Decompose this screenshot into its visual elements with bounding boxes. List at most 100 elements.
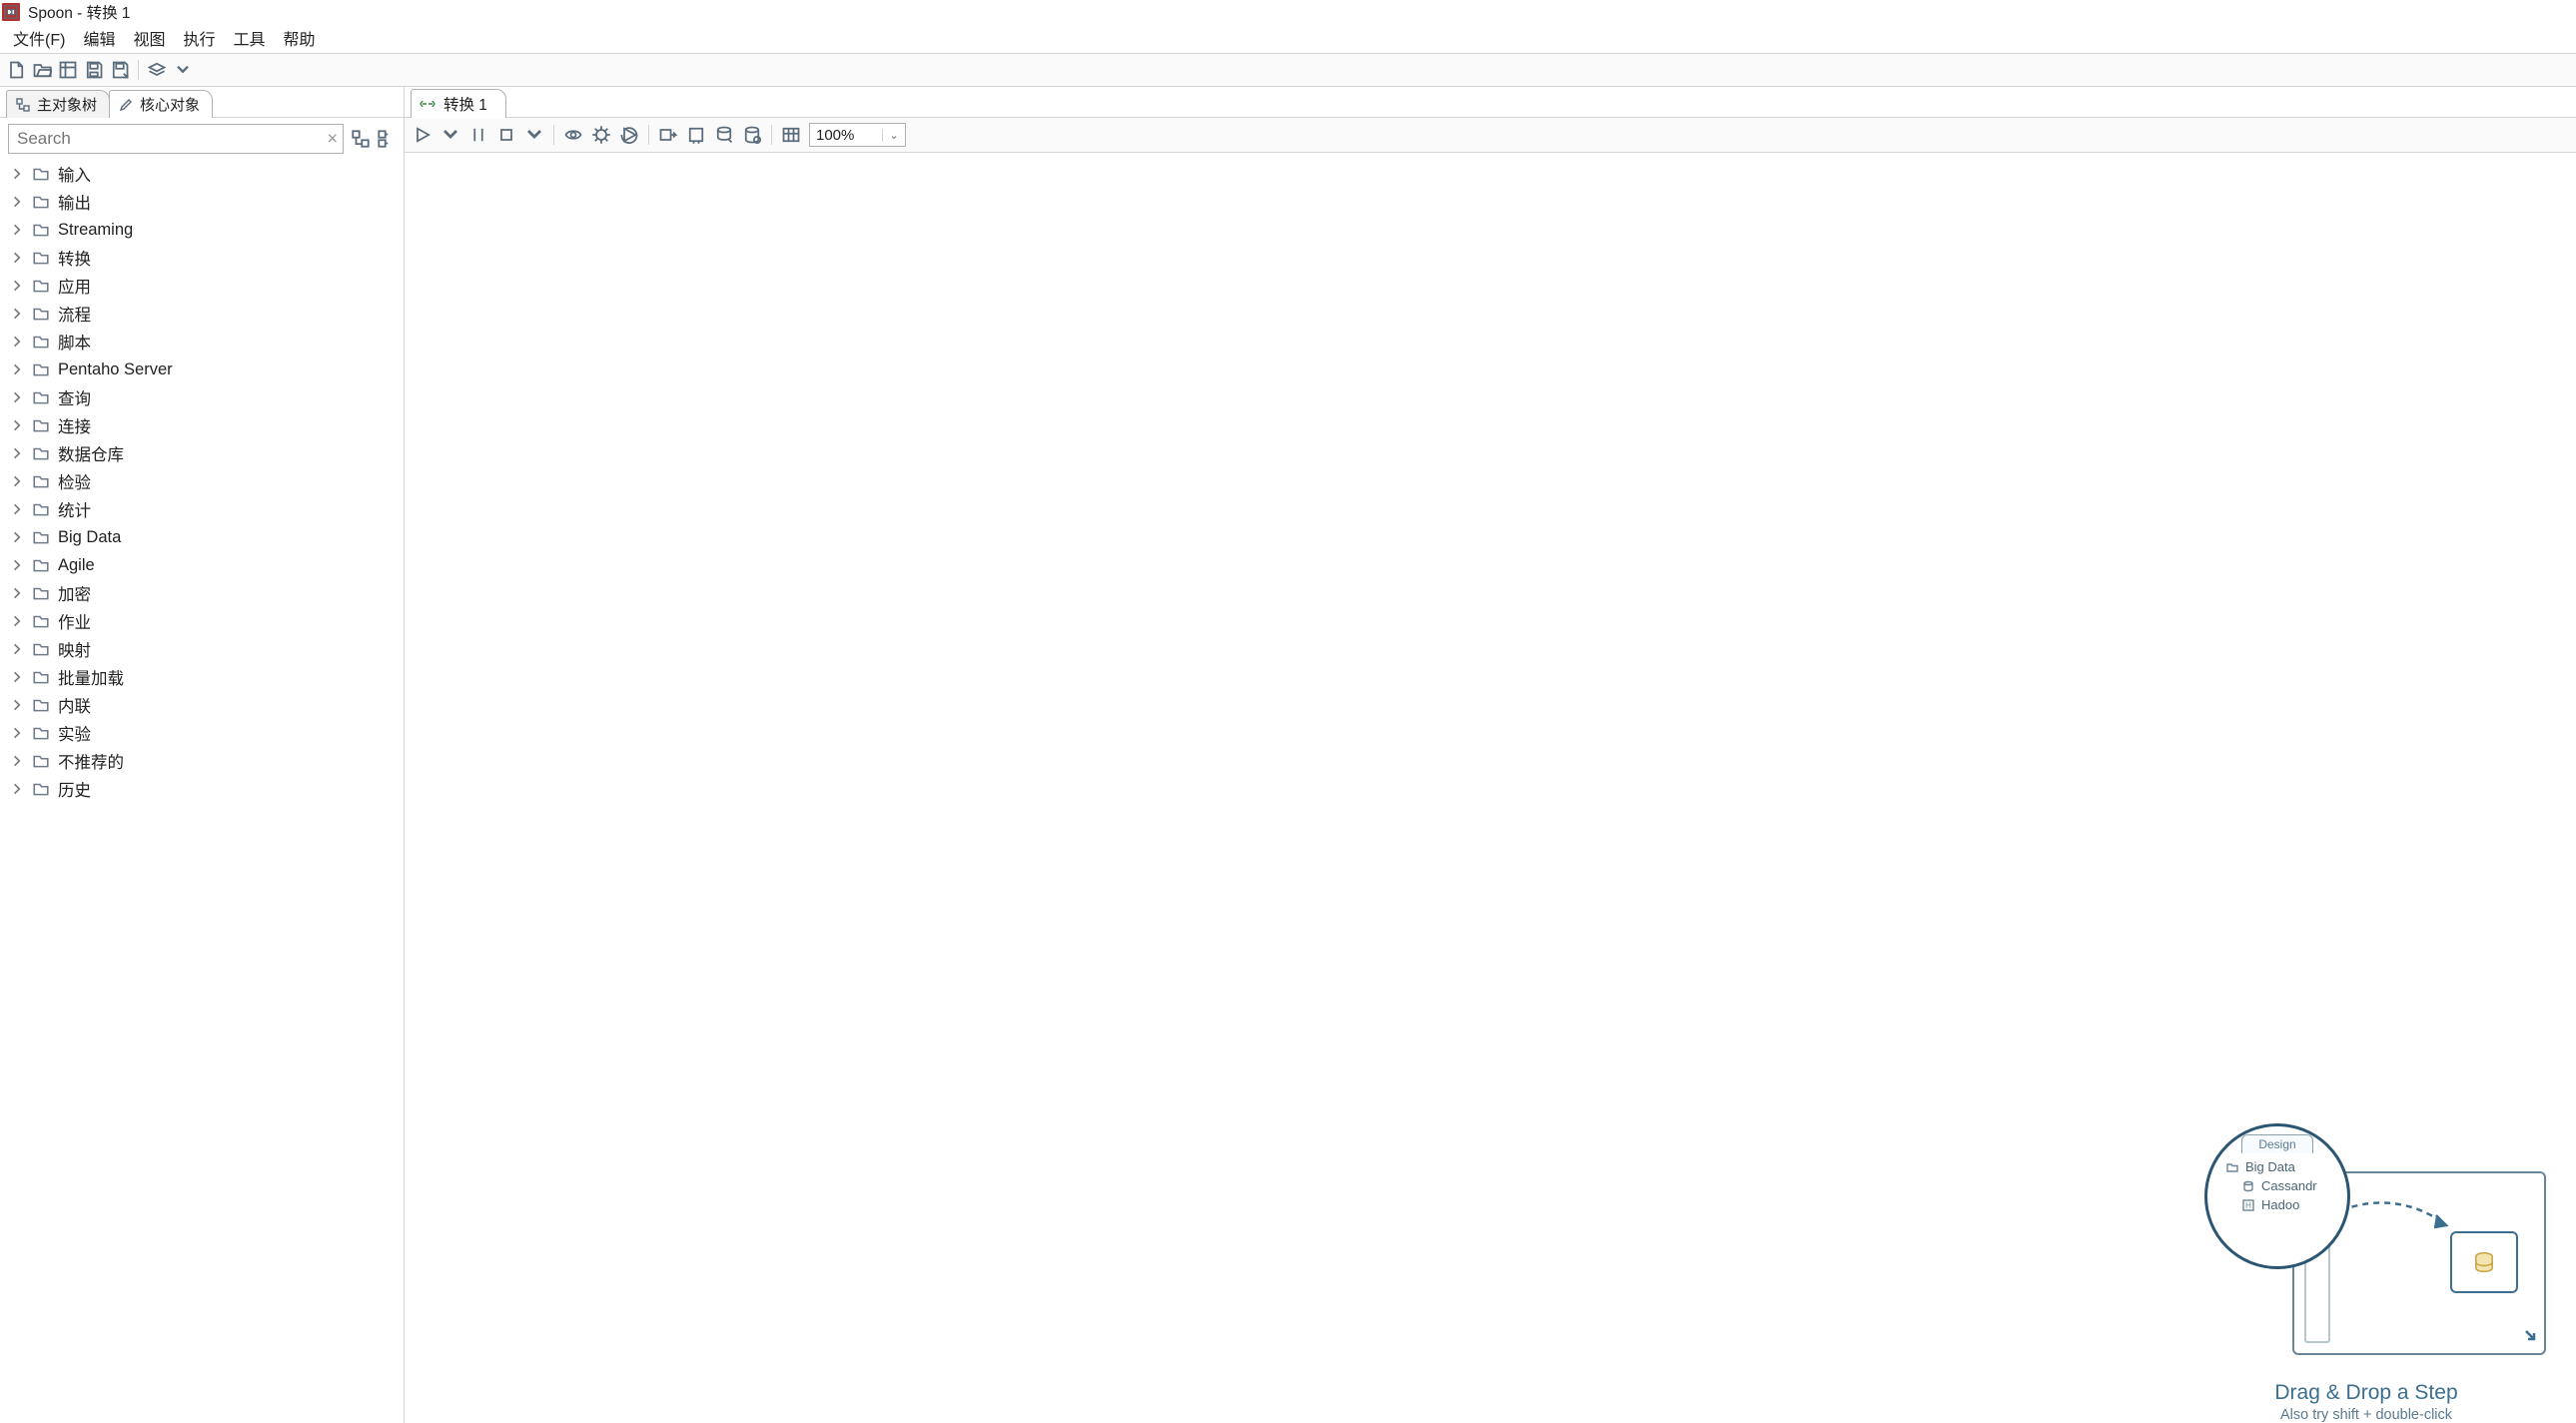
chevron-right-icon[interactable] bbox=[10, 726, 24, 740]
tree-item-label: 应用 bbox=[58, 274, 91, 298]
chevron-right-icon[interactable] bbox=[10, 418, 24, 432]
tree-item[interactable]: 批量加载 bbox=[10, 663, 400, 691]
folder-icon bbox=[32, 780, 50, 798]
show-results-icon[interactable] bbox=[781, 125, 801, 145]
tree-item[interactable]: Big Data bbox=[10, 523, 400, 551]
tree-item[interactable]: 统计 bbox=[10, 495, 400, 523]
tree-item[interactable]: 连接 bbox=[10, 411, 400, 439]
chevron-right-icon[interactable] bbox=[10, 446, 24, 460]
tree-item[interactable]: 流程 bbox=[10, 300, 400, 328]
chevron-right-icon[interactable] bbox=[10, 782, 24, 796]
new-file-icon[interactable] bbox=[6, 60, 26, 80]
menu-file[interactable]: 文件(F) bbox=[4, 25, 74, 51]
zoom-chevron-icon[interactable]: ⌄ bbox=[882, 129, 905, 142]
sql-icon[interactable] bbox=[714, 125, 734, 145]
run-icon[interactable] bbox=[413, 125, 432, 145]
tree-item[interactable]: 不推荐的 bbox=[10, 747, 400, 775]
search-input[interactable] bbox=[8, 124, 344, 154]
chevron-right-icon[interactable] bbox=[10, 474, 24, 488]
steps-tree[interactable]: 输入输出Streaming转换应用流程脚本Pentaho Server查询连接数… bbox=[0, 160, 404, 1423]
collapse-tree-icon[interactable] bbox=[378, 130, 396, 148]
chevron-right-icon[interactable] bbox=[10, 586, 24, 600]
explore-db-icon[interactable] bbox=[742, 125, 762, 145]
menu-edit[interactable]: 编辑 bbox=[74, 25, 124, 51]
chevron-right-icon[interactable] bbox=[10, 195, 24, 209]
save-icon[interactable] bbox=[84, 60, 104, 80]
chevron-right-icon[interactable] bbox=[10, 335, 24, 349]
menu-help[interactable]: 帮助 bbox=[275, 25, 325, 51]
tree-item[interactable]: 脚本 bbox=[10, 328, 400, 356]
tree-item[interactable]: 映射 bbox=[10, 635, 400, 663]
impact-icon[interactable] bbox=[686, 125, 706, 145]
tree-item-label: 批量加载 bbox=[58, 665, 124, 689]
hint-step-box bbox=[2450, 1231, 2518, 1293]
tree-item[interactable]: 内联 bbox=[10, 691, 400, 719]
tree-item[interactable]: 作业 bbox=[10, 607, 400, 635]
replay-icon[interactable] bbox=[619, 125, 639, 145]
tree-item[interactable]: 转换 bbox=[10, 244, 400, 272]
folder-icon bbox=[32, 584, 50, 602]
canvas[interactable]: Design Big Data Cassandr H Hadoo bbox=[405, 153, 2576, 1423]
chevron-right-icon[interactable] bbox=[10, 530, 24, 544]
chevron-right-icon[interactable] bbox=[10, 670, 24, 684]
tree-item[interactable]: Pentaho Server bbox=[10, 356, 400, 383]
chevron-right-icon[interactable] bbox=[10, 307, 24, 321]
chevron-right-icon[interactable] bbox=[10, 642, 24, 656]
clear-search-icon[interactable]: × bbox=[327, 129, 338, 150]
zoom-value: 100% bbox=[810, 127, 882, 144]
editor-tabs: 转换 1 bbox=[405, 87, 2576, 118]
stop-icon[interactable] bbox=[496, 125, 516, 145]
zoom-selector[interactable]: 100% ⌄ bbox=[809, 123, 906, 147]
chevron-right-icon[interactable] bbox=[10, 502, 24, 516]
editor-toolbar-separator bbox=[553, 125, 554, 145]
folder-icon bbox=[32, 193, 50, 211]
chevron-right-icon[interactable] bbox=[10, 167, 24, 181]
save-as-icon[interactable] bbox=[110, 60, 130, 80]
dropdown-chevron-icon[interactable] bbox=[173, 60, 193, 80]
explore-icon[interactable] bbox=[58, 60, 78, 80]
debug-icon[interactable] bbox=[591, 125, 611, 145]
pause-icon[interactable] bbox=[468, 125, 488, 145]
tree-item[interactable]: 应用 bbox=[10, 272, 400, 300]
run-options-chevron-icon[interactable] bbox=[440, 125, 460, 145]
chevron-right-icon[interactable] bbox=[10, 279, 24, 293]
drag-drop-hint: Design Big Data Cassandr H Hadoo bbox=[2186, 1123, 2546, 1423]
tree-item[interactable]: 历史 bbox=[10, 775, 400, 803]
tree-item-label: 流程 bbox=[58, 302, 91, 326]
chevron-right-icon[interactable] bbox=[10, 558, 24, 572]
chevron-right-icon[interactable] bbox=[10, 754, 24, 768]
chevron-right-icon[interactable] bbox=[10, 698, 24, 712]
tab-main-tree[interactable]: 主对象树 bbox=[6, 90, 110, 118]
menu-view[interactable]: 视图 bbox=[124, 25, 174, 51]
expand-tree-icon[interactable] bbox=[352, 130, 370, 148]
chevron-right-icon[interactable] bbox=[10, 390, 24, 404]
tree-item[interactable]: 加密 bbox=[10, 579, 400, 607]
tree-item[interactable]: 实验 bbox=[10, 719, 400, 747]
hint-design-tab: Design bbox=[2241, 1134, 2313, 1153]
editor-tab-transformation[interactable]: 转换 1 bbox=[411, 89, 506, 118]
tree-item-label: 不推荐的 bbox=[58, 749, 124, 773]
toolbar-separator bbox=[138, 60, 139, 80]
tree-item[interactable]: Agile bbox=[10, 551, 400, 579]
tree-item[interactable]: 输出 bbox=[10, 188, 400, 216]
tree-item[interactable]: 检验 bbox=[10, 467, 400, 495]
chevron-right-icon[interactable] bbox=[10, 614, 24, 628]
folder-icon bbox=[32, 472, 50, 490]
tree-item[interactable]: Streaming bbox=[10, 216, 400, 244]
chevron-right-icon[interactable] bbox=[10, 223, 24, 237]
tree-item[interactable]: 输入 bbox=[10, 160, 400, 188]
hint-title: Drag & Drop a Step bbox=[2186, 1381, 2546, 1405]
stop-options-chevron-icon[interactable] bbox=[524, 125, 544, 145]
tree-item[interactable]: 查询 bbox=[10, 383, 400, 411]
chevron-right-icon[interactable] bbox=[10, 362, 24, 376]
tree-item[interactable]: 数据仓库 bbox=[10, 439, 400, 467]
menu-tools[interactable]: 工具 bbox=[224, 25, 274, 51]
open-file-icon[interactable] bbox=[32, 60, 52, 80]
tab-core-objects[interactable]: 核心对象 bbox=[109, 90, 213, 118]
right-pane: 转换 1 100% ⌄ bbox=[405, 87, 2576, 1423]
preview-icon[interactable] bbox=[563, 125, 583, 145]
perspectives-icon[interactable] bbox=[147, 60, 167, 80]
chevron-right-icon[interactable] bbox=[10, 251, 24, 265]
verify-icon[interactable] bbox=[658, 125, 678, 145]
menu-run[interactable]: 执行 bbox=[174, 25, 224, 51]
